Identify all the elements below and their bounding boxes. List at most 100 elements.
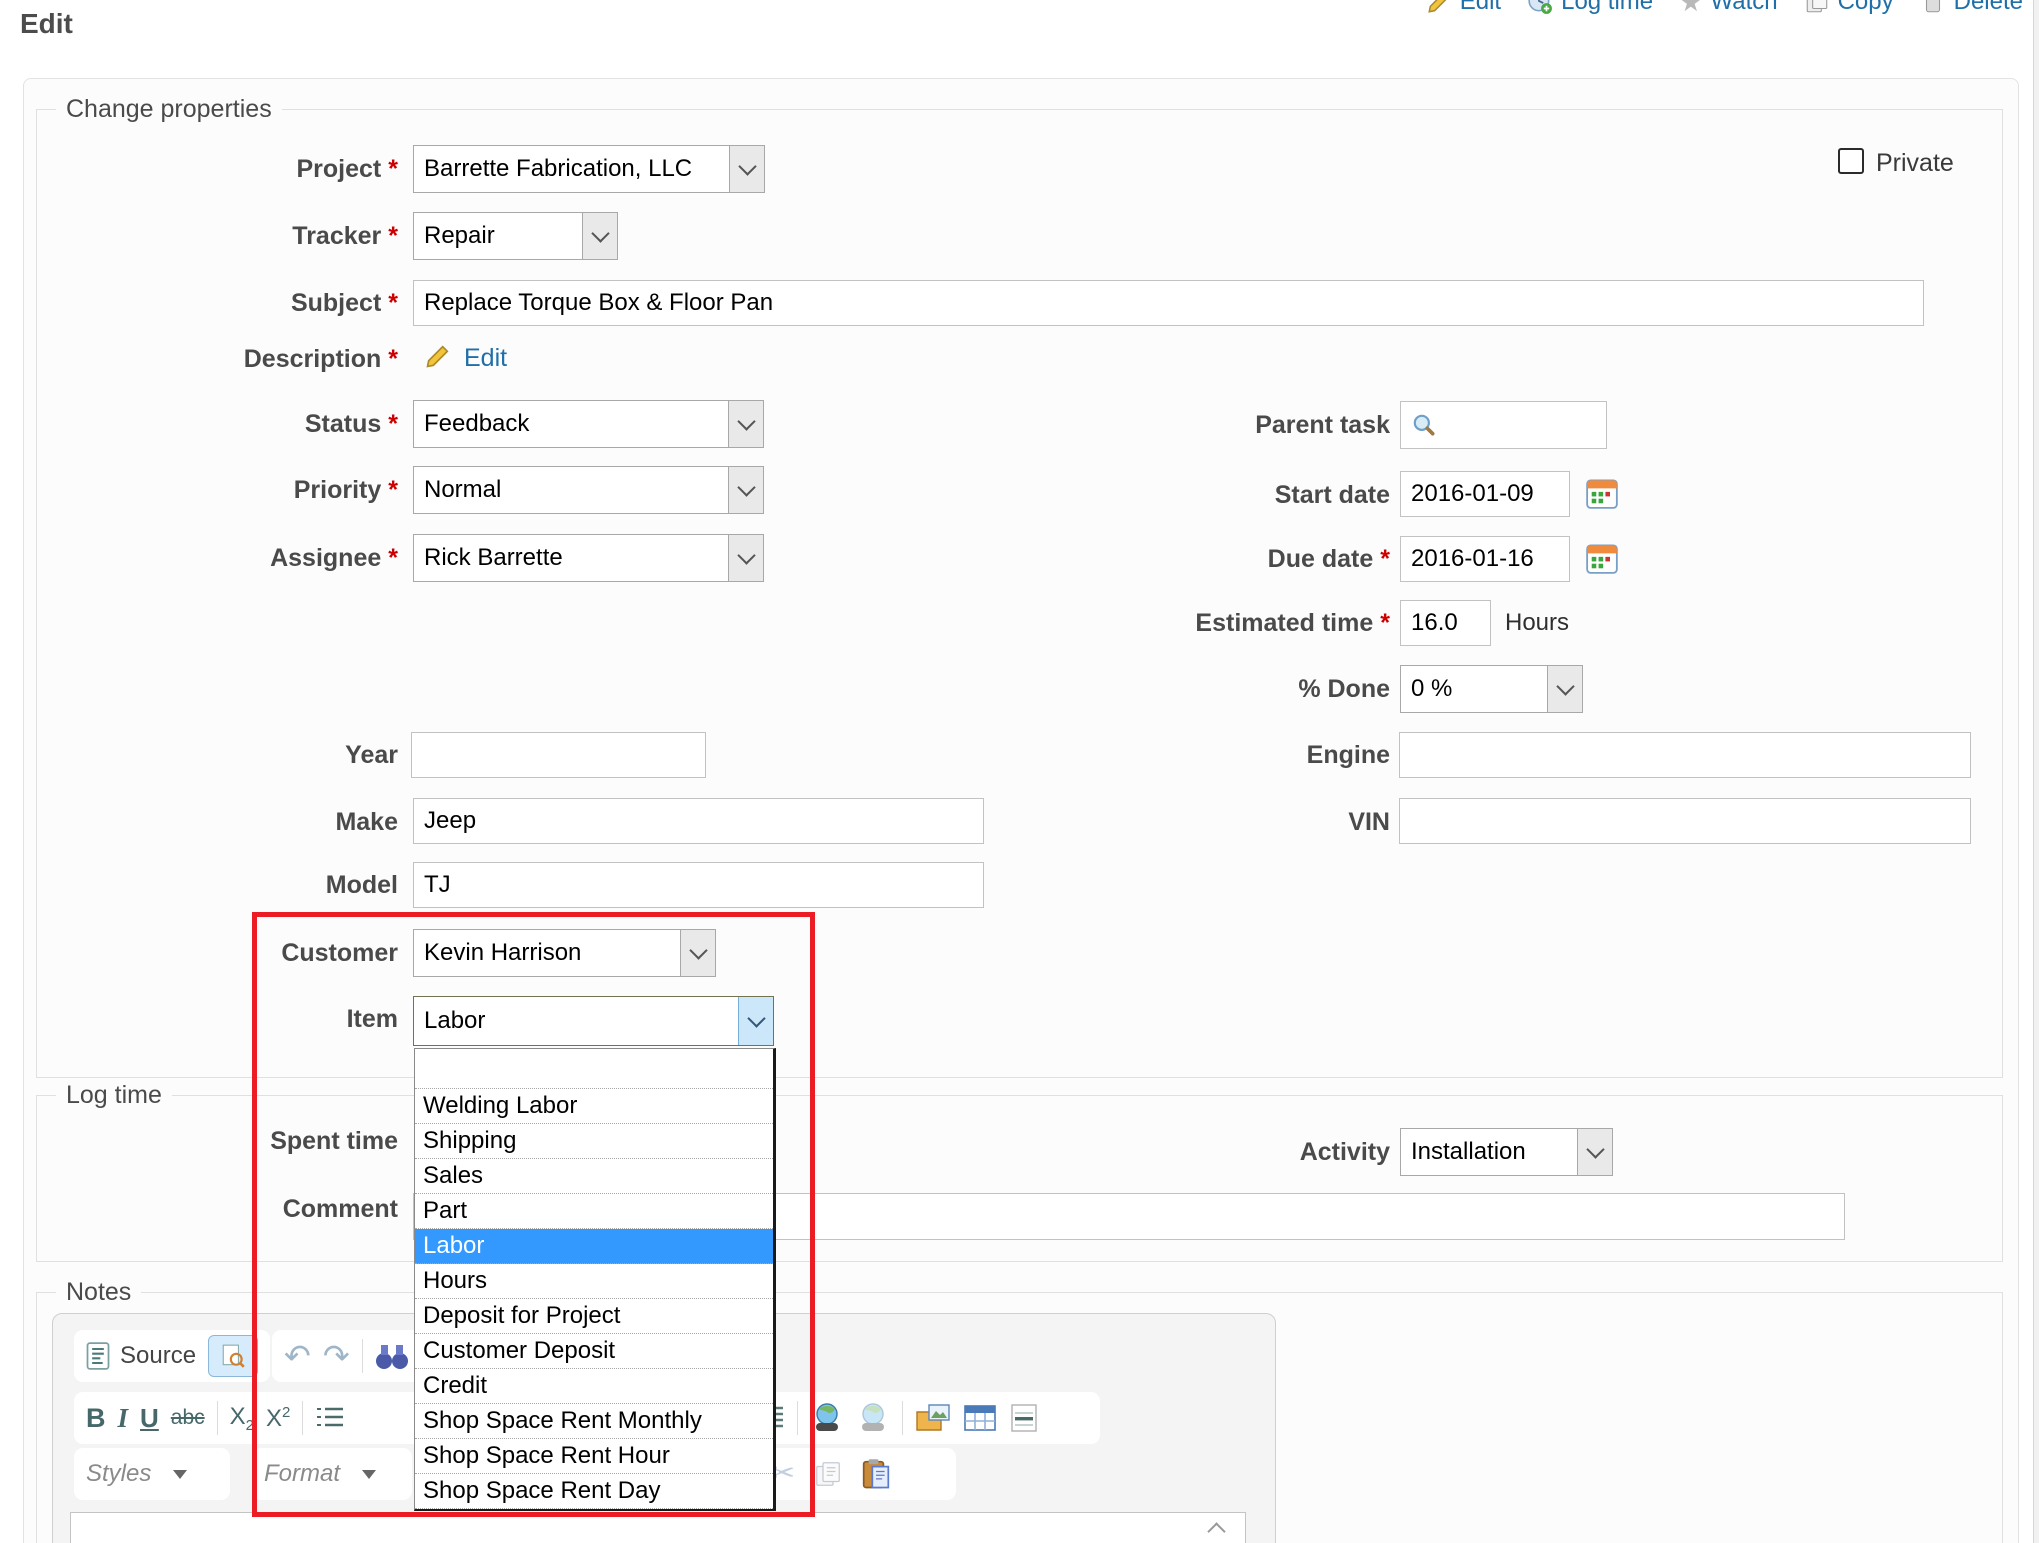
- year-label: Year: [60, 740, 398, 770]
- magnifier-icon: [1411, 412, 1437, 438]
- chevron-down-icon: [729, 146, 764, 192]
- parent-task-label: Parent task: [990, 410, 1390, 440]
- subject-label: Subject*: [60, 288, 398, 318]
- project-label: Project*: [60, 154, 398, 184]
- bold-button[interactable]: B: [86, 1403, 106, 1434]
- change-properties-legend: Change properties: [56, 94, 282, 124]
- pencil-icon: [424, 342, 452, 370]
- item-option[interactable]: Hours: [415, 1264, 773, 1299]
- subscript-button[interactable]: X2: [230, 1403, 254, 1434]
- item-option[interactable]: [415, 1049, 773, 1089]
- start-date-label: Start date: [990, 480, 1390, 510]
- project-select[interactable]: Barrette Fabrication, LLC: [413, 145, 765, 193]
- engine-label: Engine: [990, 740, 1390, 770]
- item-option[interactable]: Customer Deposit: [415, 1334, 773, 1369]
- model-label: Model: [60, 870, 398, 900]
- status-select-value: Feedback: [414, 401, 728, 447]
- activity-select-value: Installation: [1401, 1129, 1577, 1175]
- source-doc-icon: [86, 1342, 110, 1370]
- item-option[interactable]: Welding Labor: [415, 1089, 773, 1124]
- watch-action-link[interactable]: ★ Watch: [1679, 0, 1777, 16]
- status-select[interactable]: Feedback: [413, 400, 764, 448]
- preview-button[interactable]: [208, 1335, 258, 1377]
- estimated-time-input[interactable]: 16.0: [1400, 600, 1491, 646]
- editor-source-group: Source: [74, 1330, 270, 1382]
- source-button[interactable]: Source: [86, 1342, 196, 1370]
- log-time-action-link[interactable]: Log time: [1527, 0, 1653, 16]
- item-option[interactable]: Part: [415, 1194, 773, 1229]
- tracker-select[interactable]: Repair: [413, 212, 618, 260]
- chevron-down-icon: [728, 535, 763, 581]
- pencil-icon: [1426, 0, 1452, 15]
- item-option[interactable]: Sales: [415, 1159, 773, 1194]
- vin-input[interactable]: [1399, 798, 1971, 844]
- chevron-down-icon: [173, 1470, 187, 1479]
- horizontal-rule-icon[interactable]: [1009, 1403, 1039, 1433]
- status-label: Status*: [60, 409, 398, 439]
- issue-edit-page: Edit Log time ★ Watch Copy Delete Edit C…: [0, 0, 2039, 1543]
- subject-input[interactable]: Replace Torque Box & Floor Pan: [413, 280, 1924, 326]
- item-dropdown: Welding Labor Shipping Sales Part Labor …: [414, 1048, 776, 1511]
- activity-label: Activity: [990, 1137, 1390, 1167]
- year-input[interactable]: [411, 732, 706, 778]
- chevron-down-icon: [582, 213, 617, 259]
- private-checkbox[interactable]: [1838, 148, 1864, 174]
- item-option[interactable]: Deposit for Project: [415, 1299, 773, 1334]
- chevron-down-icon: [1547, 666, 1582, 712]
- calendar-icon[interactable]: [1586, 542, 1618, 574]
- strikethrough-button[interactable]: abc: [171, 1406, 205, 1430]
- assignee-label: Assignee*: [60, 543, 398, 573]
- item-option-selected[interactable]: Labor: [415, 1229, 773, 1264]
- paste-icon[interactable]: [861, 1458, 891, 1490]
- table-icon[interactable]: [963, 1403, 997, 1433]
- toolbar-separator: [217, 1401, 218, 1435]
- styles-combo[interactable]: Styles: [86, 1460, 187, 1488]
- project-select-value: Barrette Fabrication, LLC: [414, 146, 729, 192]
- item-option[interactable]: Shop Space Rent Hour: [415, 1439, 773, 1474]
- italic-button[interactable]: I: [118, 1403, 129, 1434]
- item-option[interactable]: Shop Space Rent Day: [415, 1474, 773, 1509]
- due-date-label: Due date*: [990, 544, 1390, 574]
- description-edit-link[interactable]: Edit: [464, 344, 507, 373]
- scroll-up-icon[interactable]: [1207, 1522, 1225, 1540]
- engine-input[interactable]: [1399, 732, 1971, 778]
- clock-plus-icon: [1527, 0, 1553, 15]
- link-icon[interactable]: [810, 1402, 844, 1434]
- priority-select[interactable]: Normal: [413, 466, 764, 514]
- copy-action-link[interactable]: Copy: [1804, 0, 1894, 16]
- unlink-icon[interactable]: [856, 1402, 890, 1434]
- chevron-down-icon: [1577, 1129, 1612, 1175]
- calendar-icon[interactable]: [1586, 477, 1618, 509]
- item-option[interactable]: Shipping: [415, 1124, 773, 1159]
- estimated-time-unit: Hours: [1505, 608, 1569, 638]
- edit-action-link[interactable]: Edit: [1426, 0, 1501, 16]
- tracker-label: Tracker*: [60, 221, 398, 251]
- preview-icon: [220, 1343, 246, 1369]
- percent-done-select[interactable]: 0 %: [1400, 665, 1583, 713]
- assignee-select[interactable]: Rick Barrette: [413, 534, 764, 582]
- priority-label: Priority*: [60, 475, 398, 505]
- start-date-input[interactable]: 2016-01-09: [1400, 471, 1570, 517]
- item-option[interactable]: Shop Space Rent Monthly: [415, 1404, 773, 1439]
- due-date-input[interactable]: 2016-01-16: [1400, 536, 1570, 582]
- model-input[interactable]: TJ: [413, 862, 984, 908]
- chevron-down-icon: [728, 401, 763, 447]
- make-input[interactable]: Jeep: [413, 798, 984, 844]
- item-option[interactable]: Credit: [415, 1369, 773, 1404]
- percent-done-label: % Done: [990, 674, 1390, 704]
- image-icon[interactable]: [915, 1402, 951, 1434]
- parent-task-input[interactable]: [1400, 401, 1607, 449]
- percent-done-select-value: 0 %: [1401, 666, 1547, 712]
- styles-combo-group: Styles: [74, 1448, 230, 1500]
- description-label: Description*: [60, 344, 398, 374]
- tracker-select-value: Repair: [414, 213, 582, 259]
- copy-document-icon[interactable]: [813, 1459, 843, 1489]
- delete-action-link[interactable]: Delete: [1920, 0, 2023, 16]
- make-label: Make: [60, 807, 398, 837]
- trash-icon: [1920, 0, 1946, 15]
- notes-legend: Notes: [56, 1277, 141, 1307]
- activity-select[interactable]: Installation: [1400, 1128, 1613, 1176]
- star-icon: ★: [1679, 0, 1702, 15]
- underline-button[interactable]: U: [140, 1403, 159, 1434]
- page-scrollbar[interactable]: [2033, 0, 2039, 1543]
